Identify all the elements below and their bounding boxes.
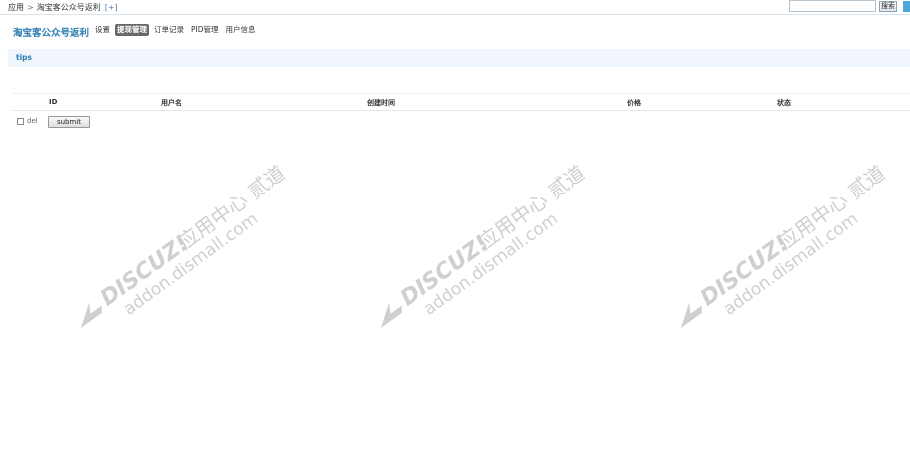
watermark-arrow-icon xyxy=(80,302,102,329)
edge-button[interactable] xyxy=(903,1,910,12)
watermark-graphic: DISCUZ! 应用中心 贰道 addon.dismall.com xyxy=(80,161,290,329)
nav-item-orders[interactable]: 订单记录 xyxy=(152,24,186,36)
watermark-arrow-icon xyxy=(380,302,402,329)
tips-label: tips xyxy=(16,53,32,62)
column-header-id: ID xyxy=(49,98,58,106)
watermark-arrow-icon xyxy=(680,302,702,329)
breadcrumb-root[interactable]: 应用 xyxy=(8,3,24,12)
submit-button[interactable]: submit xyxy=(48,116,90,128)
watermark-line2: 贰道 xyxy=(843,161,885,204)
watermark-line2: 贰道 xyxy=(243,161,285,204)
app-title: 淘宝客公众号返利 xyxy=(13,28,90,39)
search-button[interactable]: 搜索 xyxy=(879,1,897,12)
breadcrumb: 应用 > 淘宝客公众号返利 [+] xyxy=(8,2,118,13)
column-header-price: 价格 xyxy=(627,99,641,107)
tips-bar: tips xyxy=(8,49,910,67)
plugin-nav: 设置 提现管理 订单记录 PID管理 用户信息 xyxy=(93,24,261,36)
breadcrumb-separator: > xyxy=(27,3,34,12)
column-header-username: 用户名 xyxy=(161,99,182,107)
nav-item-users[interactable]: 用户信息 xyxy=(224,24,258,36)
watermark: DISCUZ! 应用中心 贰道 addon.dismall.com xyxy=(655,140,890,330)
watermark-graphic: DISCUZ! 应用中心 贰道 addon.dismall.com xyxy=(380,161,590,329)
top-bar: 应用 > 淘宝客公众号返利 [+] 搜索 xyxy=(0,0,910,15)
watermark: DISCUZ! 应用中心 贰道 addon.dismall.com xyxy=(55,140,290,330)
search-input[interactable] xyxy=(789,0,876,12)
column-header-status: 状态 xyxy=(777,99,791,107)
nav-item-withdraw[interactable]: 提现管理 xyxy=(115,24,149,36)
nav-item-settings[interactable]: 设置 xyxy=(93,24,112,36)
nav-item-pid[interactable]: PID管理 xyxy=(189,24,221,36)
delete-checkbox[interactable] xyxy=(17,118,24,125)
watermark: DISCUZ! 应用中心 贰道 addon.dismall.com xyxy=(355,140,590,330)
breadcrumb-add-link[interactable]: [+] xyxy=(105,3,118,12)
table-header: ID 用户名 创建时间 价格 状态 xyxy=(12,93,910,111)
watermark-line2: 贰道 xyxy=(543,161,585,204)
watermark-graphic: DISCUZ! 应用中心 贰道 addon.dismall.com xyxy=(680,161,890,329)
delete-label: del xyxy=(27,117,38,125)
column-header-created: 创建时间 xyxy=(367,99,395,107)
breadcrumb-current[interactable]: 淘宝客公众号返利 xyxy=(37,3,101,12)
